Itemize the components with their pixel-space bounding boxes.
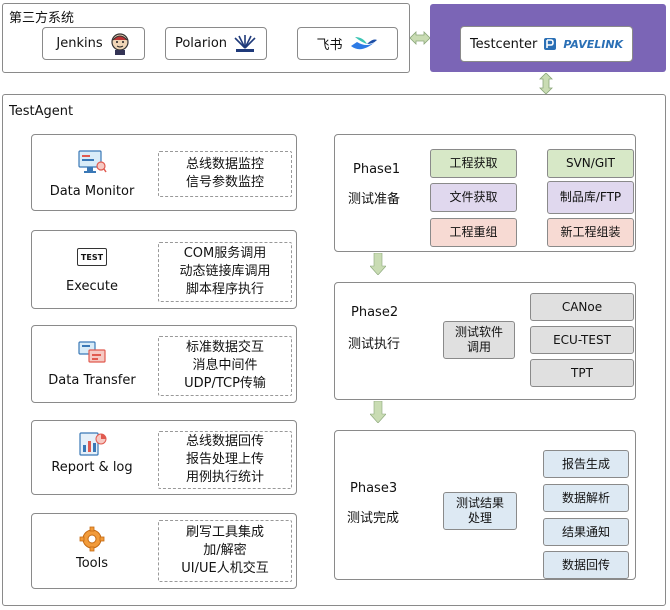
tool-tpt: TPT [530,359,634,387]
phase3-title: Phase3 [350,481,398,496]
module-desc-line: UDP/TCP传输 [184,376,266,391]
phase1-subtitle: 测试准备 [348,192,401,207]
arrow-phase1-to-phase2 [370,253,386,275]
tag-test-result-processing-label: 测试结果处理 [455,496,504,525]
module-desc-line: 消息中间件 [192,358,258,373]
bidirectional-arrow-horizontal [410,31,430,45]
module-report-log: Report & log 总线数据回传 报告处理上传 用例执行统计 [31,420,297,495]
arrow-phase2-to-phase3 [370,401,386,423]
module-desc: 刷写工具集成 加/解密 UI/UE人机交互 [158,520,292,582]
tag-svn-git: SVN/GIT [547,149,634,178]
module-tools: Tools 刷写工具集成 加/解密 UI/UE人机交互 [31,513,297,589]
tag-test-software-call-label: 测试软件调用 [454,325,503,354]
module-desc: COM服务调用 动态链接库调用 脚本程序执行 [158,242,292,302]
module-desc-line: 用例执行统计 [185,470,264,485]
phase2-subtitle: 测试执行 [348,337,401,352]
polarion-label: Polarion [174,36,228,51]
module-desc: 总线数据监控 信号参数监控 [158,151,292,197]
tag-test-result-processing: 测试结果处理 [443,492,517,530]
output-report-generation: 报告生成 [543,450,629,478]
module-desc: 总线数据回传 报告处理上传 用例执行统计 [158,431,292,489]
testagent-title: TestAgent [9,104,74,119]
pavelink-logo-icon [544,38,557,50]
feishu-node: 飞书 [297,27,398,60]
module-desc-line: 总线数据监控 [185,157,264,172]
module-label: Execute [66,279,118,294]
phase1-panel: Phase1 测试准备 工程获取 文件获取 工程重组 SVN/GIT 制品库/F… [334,134,636,252]
module-desc-line: COM服务调用 [183,246,267,261]
phase2-title: Phase2 [351,305,399,320]
test-icon-text: TEST [80,252,104,262]
module-desc-line: 信号参数监控 [185,175,264,190]
module-label: Tools [75,556,109,571]
polarion-logo-icon [234,34,256,52]
gear-icon [79,526,105,552]
tag-file-fetch: 文件获取 [430,183,517,212]
phase1-title: Phase1 [353,162,401,177]
tool-ecu-test: ECU-TEST [530,326,634,354]
tag-project-fetch: 工程获取 [430,149,517,178]
phase3-panel: Phase3 测试完成 测试结果处理 报告生成 数据解析 结果通知 数据回传 [334,430,636,580]
tag-artifact-ftp-label: 制品库/FTP [559,190,622,204]
transfer-icon [78,341,106,363]
tag-test-software-call: 测试软件调用 [443,321,515,359]
test-icon: TEST [77,248,107,266]
third-party-title: 第三方系统 [9,11,75,26]
module-desc-line: 脚本程序执行 [185,282,264,297]
module-desc-line: 报告处理上传 [185,452,264,467]
module-desc-line: UI/UE人机交互 [181,561,269,576]
module-label: Data Monitor [49,184,135,199]
module-data-monitor: Data Monitor 总线数据监控 信号参数监控 [31,134,297,211]
monitor-icon [78,150,107,173]
module-desc-line: 总线数据回传 [185,434,264,449]
phase3-subtitle: 测试完成 [347,511,400,526]
module-desc-line: 刷写工具集成 [185,525,264,540]
output-data-return: 数据回传 [543,551,629,579]
output-data-parsing: 数据解析 [543,484,629,512]
tag-project-restructure: 工程重组 [430,218,517,247]
testcenter-label: Testcenter [469,36,538,52]
jenkins-label: Jenkins [56,36,103,51]
module-desc-line: 加/解密 [203,543,247,558]
tool-canoe: CANoe [530,293,634,321]
module-data-transfer: Data Transfer 标准数据交互 消息中间件 UDP/TCP传输 [31,325,297,403]
feishu-logo-icon [350,36,377,49]
module-execute: TEST Execute COM服务调用 动态链接库调用 脚本程序执行 [31,230,297,309]
module-label: Report & log [51,460,133,475]
module-desc: 标准数据交互 消息中间件 UDP/TCP传输 [158,336,292,396]
tag-artifact-ftp: 制品库/FTP [547,181,634,214]
module-desc-line: 标准数据交互 [185,340,264,355]
report-icon [79,432,107,456]
testcenter-node: Testcenter PAVELINK [460,26,633,62]
tag-new-project-assembly: 新工程组装 [547,218,634,247]
output-result-notification: 结果通知 [543,518,629,546]
jenkins-node: Jenkins [42,27,145,60]
feishu-label: 飞书 [316,38,343,53]
module-desc-line: 动态链接库调用 [179,264,271,279]
module-label: Data Transfer [48,373,136,388]
phase2-panel: Phase2 测试执行 测试软件调用 CANoe ECU-TEST TPT [334,282,636,400]
pavelink-logo-text: PAVELINK [563,37,624,51]
bidirectional-arrow-vertical [539,73,553,94]
jenkins-logo-icon [111,32,129,55]
polarion-node: Polarion [165,27,267,60]
